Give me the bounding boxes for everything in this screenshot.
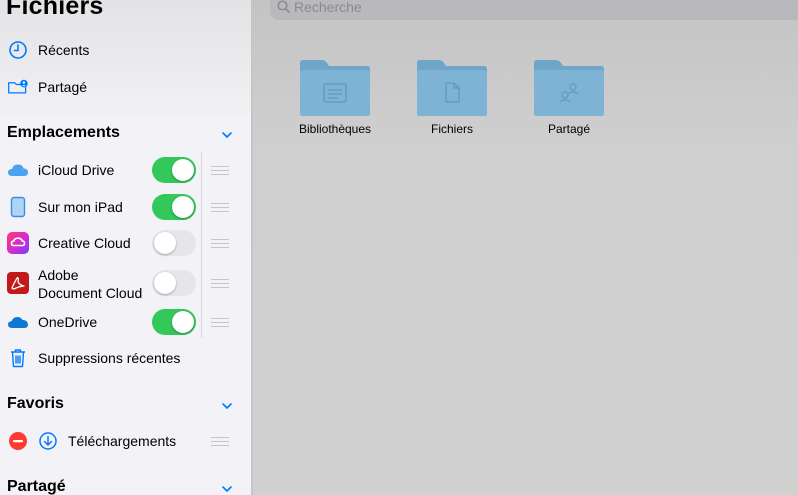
sidebar-item-shared[interactable]: Partagé <box>0 69 251 105</box>
onedrive-icon <box>7 311 29 333</box>
toggle-adobe-document-cloud[interactable] <box>152 270 196 296</box>
library-folder-icon <box>300 60 370 116</box>
drag-handle-icon[interactable] <box>211 279 229 289</box>
sidebar-item-label: Récents <box>38 42 90 58</box>
favorite-label: Téléchargements <box>68 433 177 449</box>
section-favorites-header[interactable]: Favoris <box>0 391 251 419</box>
drag-handle-icon[interactable] <box>211 437 229 447</box>
adobe-acrobat-icon <box>7 272 29 294</box>
section-shared-header[interactable]: Partagé <box>0 474 251 495</box>
toggle-onedrive[interactable] <box>152 309 196 335</box>
ipad-icon <box>7 196 29 218</box>
toggle-knob <box>154 272 176 294</box>
section-title: Partagé <box>7 478 66 495</box>
search-icon <box>277 0 290 18</box>
location-label-line1: Adobe <box>38 267 79 283</box>
section-title: Favoris <box>7 395 64 412</box>
location-label: OneDrive <box>38 314 98 330</box>
clock-icon <box>7 39 29 61</box>
drag-handle-icon[interactable] <box>211 239 229 249</box>
sidebar-item-label: Suppressions récentes <box>38 350 181 366</box>
location-item-adobe-document-cloud[interactable]: Adobe Document Cloud <box>0 263 251 303</box>
toggle-knob <box>172 159 194 181</box>
search-placeholder: Recherche <box>294 0 362 15</box>
toggle-knob <box>154 232 176 254</box>
sidebar-item-label: Partagé <box>38 79 88 95</box>
folder-name: Partagé <box>547 122 591 136</box>
location-item-creative-cloud[interactable]: Creative Cloud <box>0 225 251 261</box>
location-label: Adobe Document Cloud <box>38 266 142 302</box>
section-locations-header[interactable]: Emplacements <box>0 120 251 148</box>
location-label: Sur mon iPad <box>38 199 123 215</box>
toggle-icloud-drive[interactable] <box>152 157 196 183</box>
icloud-icon <box>7 159 29 181</box>
app-title: Fichiers <box>6 0 104 20</box>
toggle-on-my-ipad[interactable] <box>152 194 196 220</box>
shared-folder-icon <box>534 60 604 116</box>
chevron-down-icon[interactable] <box>220 128 234 142</box>
delete-minus-icon[interactable] <box>7 430 29 452</box>
location-label: Creative Cloud <box>38 235 131 251</box>
folder-name: Bibliothèques <box>298 122 372 136</box>
sidebar-item-recently-deleted[interactable]: Suppressions récentes <box>0 340 251 376</box>
sidebar-item-recents[interactable]: Récents <box>0 32 251 68</box>
main-content: Recherche Bibliothèques Fichiers Partagé <box>253 0 798 495</box>
favorite-item-downloads[interactable]: Téléchargements <box>0 423 251 459</box>
section-title: Emplacements <box>7 124 120 141</box>
drag-handle-icon[interactable] <box>211 318 229 328</box>
chevron-down-icon[interactable] <box>220 399 234 413</box>
location-label: iCloud Drive <box>38 162 115 178</box>
folder-name: Fichiers <box>430 122 473 136</box>
location-label-line2: Document Cloud <box>38 285 143 301</box>
folder-libraries[interactable]: Bibliothèques <box>295 60 375 150</box>
location-item-icloud-drive[interactable]: iCloud Drive <box>0 152 251 188</box>
drag-handle-icon[interactable] <box>211 203 229 213</box>
folder-files[interactable]: Fichiers <box>412 60 492 150</box>
trash-icon <box>7 347 29 369</box>
creative-cloud-icon <box>7 232 29 254</box>
drag-handle-icon[interactable] <box>211 166 229 176</box>
shared-folder-icon <box>7 76 29 98</box>
search-input[interactable]: Recherche <box>270 0 798 20</box>
location-item-on-my-ipad[interactable]: Sur mon iPad <box>0 189 251 225</box>
toggle-knob <box>172 196 194 218</box>
toggle-creative-cloud[interactable] <box>152 230 196 256</box>
toggle-knob <box>172 311 194 333</box>
location-item-onedrive[interactable]: OneDrive <box>0 304 251 340</box>
document-folder-icon <box>417 60 487 116</box>
chevron-down-icon[interactable] <box>220 482 234 495</box>
sidebar: Fichiers Récents Partagé Emplacements iC… <box>0 0 252 495</box>
download-icon <box>37 430 59 452</box>
folder-shared[interactable]: Partagé <box>529 60 609 150</box>
